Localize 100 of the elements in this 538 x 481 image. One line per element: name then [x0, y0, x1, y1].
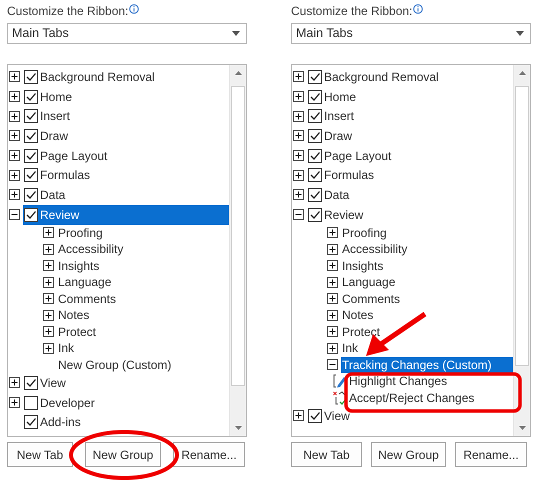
tree-item[interactable]: New Group (Custom)	[57, 356, 229, 373]
checkbox[interactable]	[308, 70, 322, 84]
expand-icon[interactable]	[43, 244, 54, 255]
action-button[interactable]: Rename...	[455, 442, 527, 467]
checkbox[interactable]	[308, 128, 322, 143]
action-button[interactable]: New Group	[85, 442, 161, 467]
tree-item[interactable]: Language	[341, 274, 513, 290]
collapse-icon[interactable]	[293, 209, 304, 220]
expand-icon[interactable]	[43, 260, 54, 272]
expand-icon[interactable]	[43, 310, 54, 321]
tree-item[interactable]: Add-ins	[23, 412, 229, 432]
tree-item[interactable]: Draw	[23, 126, 229, 146]
tree-item[interactable]: Insights	[57, 258, 229, 274]
scrollbar[interactable]	[229, 65, 246, 436]
checkbox[interactable]	[308, 109, 322, 124]
expand-icon[interactable]	[9, 91, 20, 102]
checkbox[interactable]	[24, 168, 38, 182]
expand-icon[interactable]	[9, 397, 20, 408]
tree-item[interactable]: Background Removal	[23, 67, 229, 87]
expand-icon[interactable]	[43, 342, 54, 354]
expand-icon[interactable]	[43, 276, 54, 288]
tree-item[interactable]: Page Layout	[23, 146, 229, 166]
checkbox[interactable]	[308, 90, 322, 104]
expand-icon[interactable]	[9, 170, 20, 181]
tree-item[interactable]: Insert	[23, 106, 229, 126]
tree-item[interactable]: Ink	[341, 340, 513, 356]
tree-item[interactable]: Review	[307, 204, 513, 224]
expand-icon[interactable]	[43, 227, 54, 238]
expand-icon[interactable]	[327, 310, 338, 321]
action-button[interactable]: New Tab	[291, 442, 362, 467]
checkbox[interactable]	[24, 208, 38, 222]
checkbox[interactable]	[308, 168, 322, 182]
action-button[interactable]: New Tab	[7, 442, 73, 467]
checkbox[interactable]	[24, 109, 38, 124]
tree-item[interactable]: Insights	[341, 258, 513, 274]
tree-item[interactable]: Data	[307, 185, 513, 205]
tree-item[interactable]: Comments	[341, 290, 513, 307]
tree-item[interactable]: Protect	[57, 324, 229, 340]
tree-item[interactable]: Comments	[57, 290, 229, 307]
expand-icon[interactable]	[293, 410, 304, 422]
expand-icon[interactable]	[9, 130, 20, 142]
dropdown[interactable]: Main Tabs	[7, 23, 247, 44]
expand-icon[interactable]	[293, 71, 304, 82]
tree-item[interactable]: Insert	[307, 106, 513, 126]
scroll-thumb[interactable]	[515, 86, 529, 366]
tree-item[interactable]: Tracking Changes (Custom)	[341, 356, 513, 373]
checkbox[interactable]	[24, 128, 38, 143]
scroll-thumb[interactable]	[231, 86, 245, 386]
expand-icon[interactable]	[293, 110, 304, 122]
checkbox[interactable]	[308, 208, 322, 222]
expand-icon[interactable]	[9, 71, 20, 82]
action-button[interactable]: Rename...	[173, 442, 245, 467]
tree-item[interactable]: Formulas	[307, 165, 513, 186]
checkbox[interactable]	[24, 148, 38, 163]
expand-icon[interactable]	[43, 293, 54, 304]
tree-item[interactable]: Formulas	[23, 165, 229, 186]
checkbox[interactable]	[24, 396, 38, 410]
tree-item[interactable]: Home	[307, 86, 513, 106]
checkbox[interactable]	[308, 148, 322, 163]
action-button[interactable]: New Group	[371, 442, 446, 467]
tree-item[interactable]: Accept/Reject Changes	[332, 390, 513, 406]
expand-icon[interactable]	[9, 189, 20, 200]
tree-item[interactable]: Notes	[341, 307, 513, 324]
checkbox[interactable]	[308, 188, 322, 202]
expand-icon[interactable]	[293, 150, 304, 162]
tree-item[interactable]: Ink	[57, 340, 229, 356]
expand-icon[interactable]	[43, 326, 54, 338]
expand-icon[interactable]	[9, 110, 20, 122]
expand-icon[interactable]	[293, 130, 304, 142]
expand-icon[interactable]	[293, 170, 304, 181]
tree-item[interactable]: Developer	[23, 392, 229, 412]
tree-item[interactable]: Home	[23, 86, 229, 106]
tree-item[interactable]: Data	[23, 185, 229, 205]
checkbox[interactable]	[24, 188, 38, 202]
collapse-icon[interactable]	[327, 359, 338, 370]
tree-item[interactable]: Background Removal	[307, 67, 513, 87]
checkbox[interactable]	[308, 408, 322, 423]
tree-item[interactable]: Language	[57, 274, 229, 290]
tree-item[interactable]: Proofing	[57, 224, 229, 241]
tree-item[interactable]: Notes	[57, 307, 229, 324]
tree-item[interactable]: Page Layout	[307, 146, 513, 166]
expand-icon[interactable]	[9, 150, 20, 162]
scrollbar[interactable]	[513, 65, 530, 436]
expand-icon[interactable]	[327, 293, 338, 304]
tree-item[interactable]: View	[307, 406, 513, 426]
dropdown[interactable]: Main Tabs	[291, 23, 531, 44]
expand-icon[interactable]	[327, 342, 338, 354]
expand-icon[interactable]	[293, 91, 304, 102]
tree-item[interactable]: Proofing	[341, 224, 513, 241]
expand-icon[interactable]	[327, 244, 338, 255]
tree-item[interactable]: Draw	[307, 126, 513, 146]
expand-icon[interactable]	[327, 260, 338, 272]
tree-item[interactable]: View	[23, 373, 229, 393]
tree-item[interactable]: Accessibility	[57, 241, 229, 258]
checkbox[interactable]	[24, 70, 38, 84]
expand-icon[interactable]	[9, 377, 20, 388]
expand-icon[interactable]	[327, 326, 338, 338]
tree-item[interactable]: Highlight Changes	[332, 373, 513, 390]
expand-icon[interactable]	[293, 189, 304, 200]
checkbox[interactable]	[24, 90, 38, 104]
